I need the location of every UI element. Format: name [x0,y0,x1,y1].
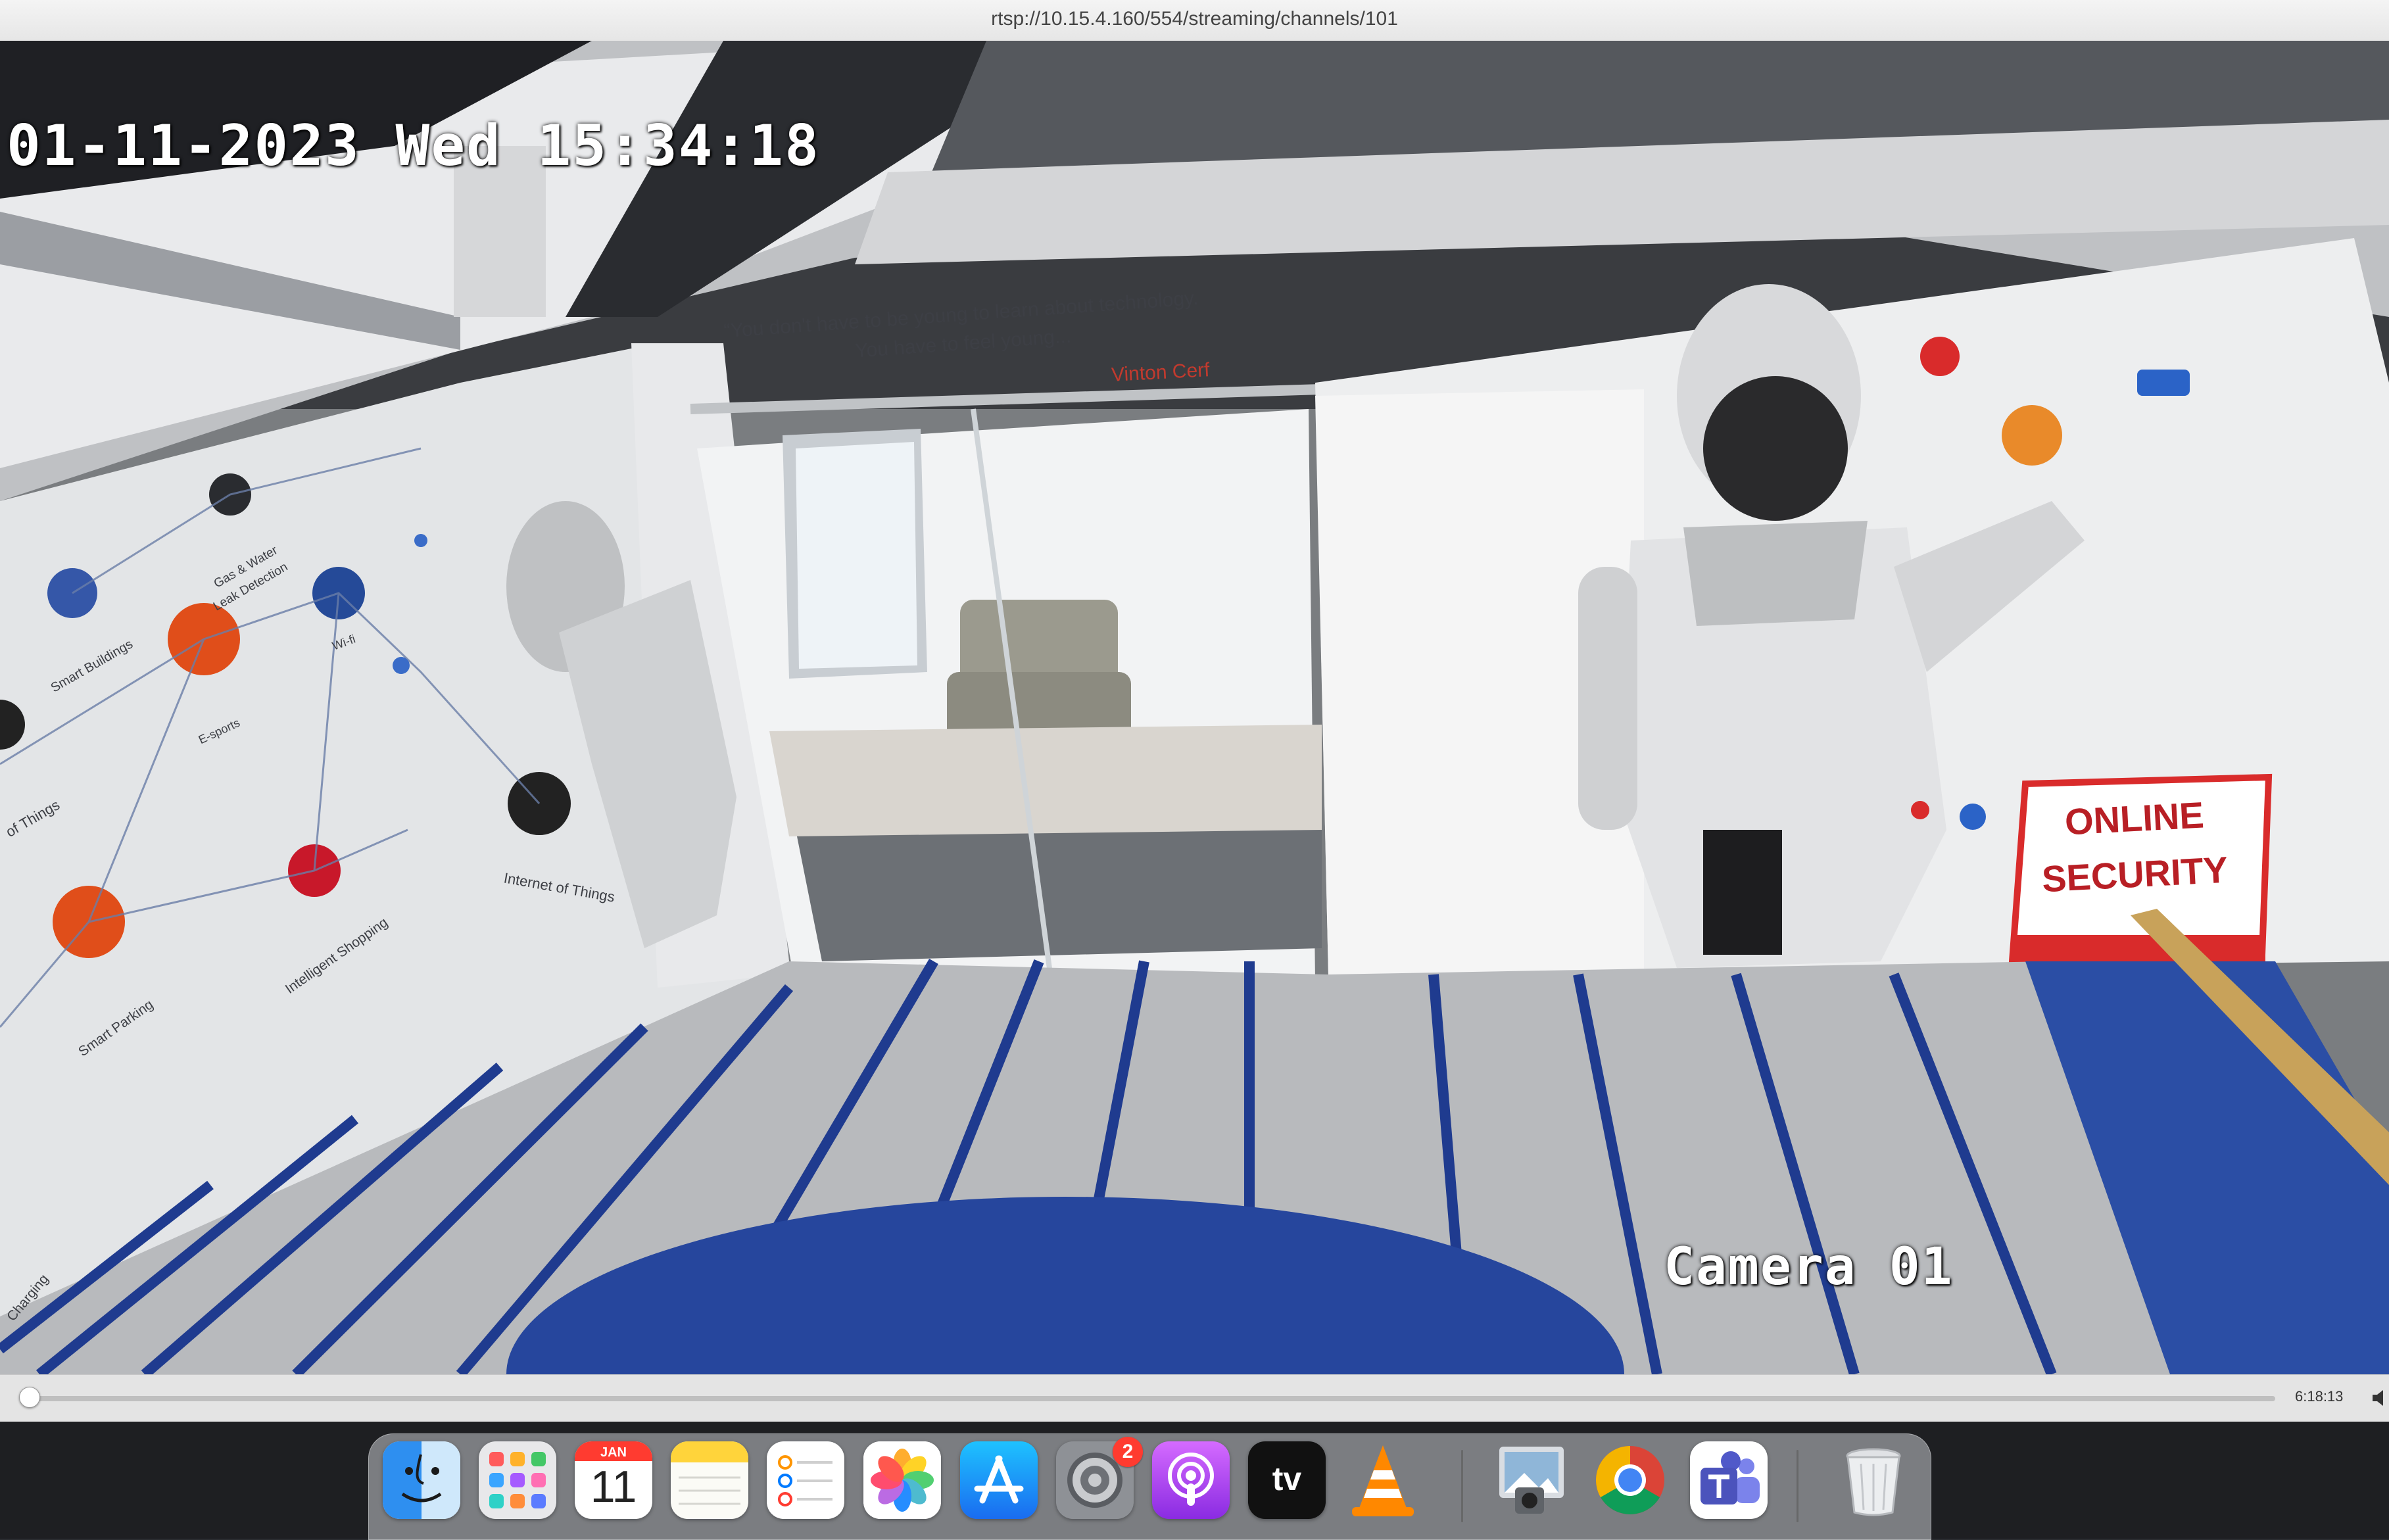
calendar-day: 11 [590,1462,637,1512]
volume-icon[interactable] [2373,1388,2387,1408]
duration-label: 6:18:13 [2295,1388,2344,1405]
dock-launchpad-icon[interactable] [479,1441,556,1519]
dock-chrome-icon[interactable] [1591,1441,1669,1519]
dock-apple-tv-icon[interactable]: tv [1248,1441,1326,1519]
window-title: rtsp://10.15.4.160/554/streaming/channel… [991,8,1398,30]
player-controls: 6:18:13 [0,1374,2389,1422]
window-title-bar[interactable]: rtsp://10.15.4.160/554/streaming/channel… [0,0,2389,41]
dock-photos-icon[interactable] [863,1441,941,1519]
seek-knob[interactable] [18,1387,40,1408]
sign-online: ONLINE [2063,794,2206,843]
dock-separator [1797,1450,1798,1522]
dock-separator [1461,1450,1463,1522]
calendar-month: JAN [600,1445,627,1460]
dock-podcasts-icon[interactable] [1152,1441,1230,1519]
video-frame[interactable]: “You don't have to be young to learn abo… [0,41,2389,1374]
dock-trash-icon[interactable] [1835,1441,1912,1519]
dock-notes-icon[interactable] [671,1441,748,1519]
dock-vlc-icon[interactable] [1344,1441,1422,1519]
camera-label-overlay: Camera 01 [1664,1238,1954,1297]
dock-app-store-icon[interactable] [960,1441,1038,1519]
camera-feed-image [0,41,2389,1374]
apple-tv-label: tv [1272,1460,1302,1497]
settings-notification-badge: 2 [1113,1437,1143,1467]
dock-teams-icon[interactable] [1690,1441,1768,1519]
seek-bar[interactable] [20,1396,2275,1401]
dock-finder-icon[interactable] [383,1441,460,1519]
dock-reminders-icon[interactable] [767,1441,844,1519]
timestamp-overlay: 01-11-2023 Wed 15:34:18 [7,113,820,179]
dock-preview-icon[interactable] [1493,1441,1570,1519]
dock-calendar-icon[interactable]: JAN 11 [575,1441,652,1519]
